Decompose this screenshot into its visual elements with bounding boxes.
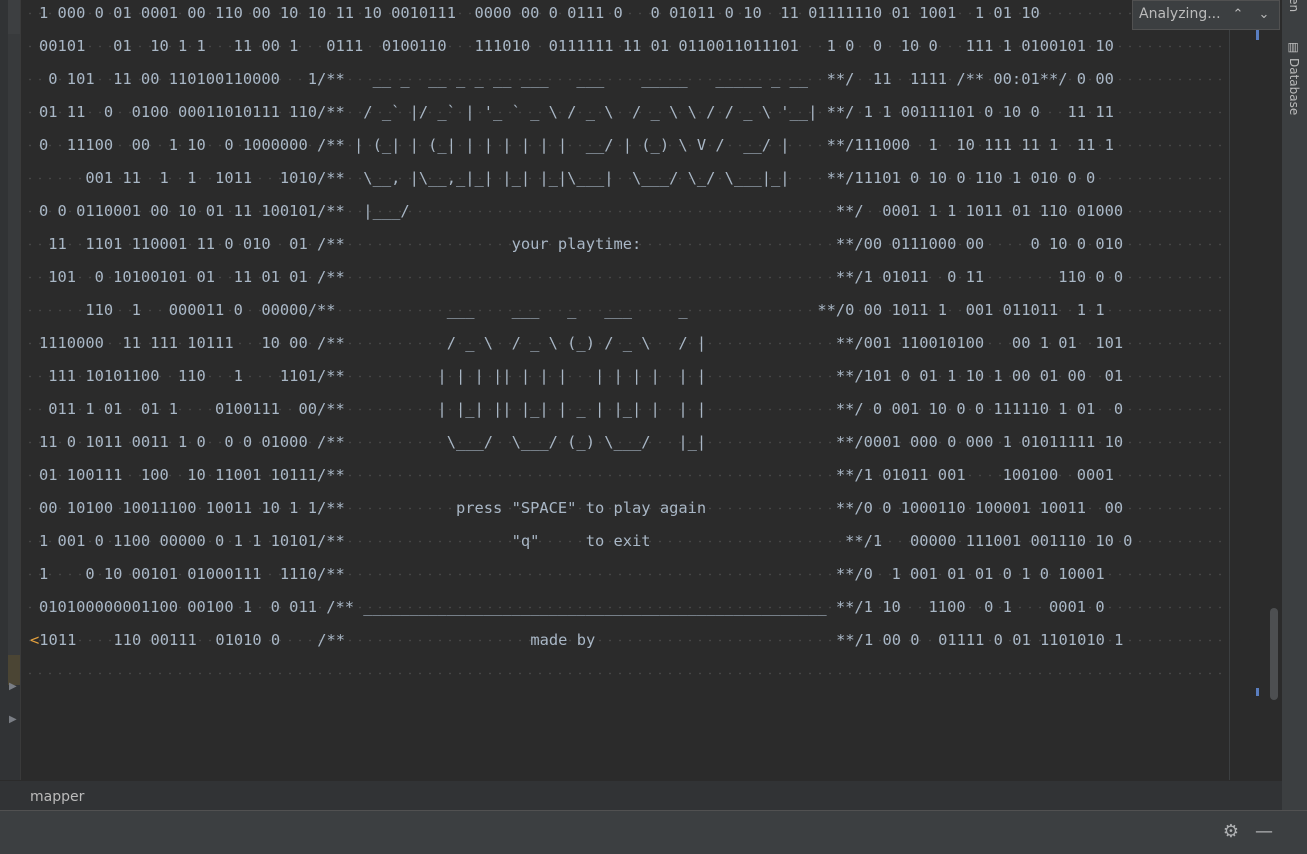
database-icon[interactable]: ▤ [1287,42,1301,53]
editor-right-divider [1229,0,1230,780]
breadcrumb[interactable]: mapper [30,789,84,805]
code-line[interactable]: 11 1101 110001 11 0 010 01 /** your play… [39,228,1123,261]
code-line[interactable]: 110 1 000011 0 00000/** ___ ___ _ ___ _ … [39,294,1104,327]
code-line[interactable]: 101 0 10100101 01 11 01 01 /** **/1 0101… [39,261,1123,294]
inspection-widget: Analyzing... ⌃ ⌄ [1132,0,1280,30]
code-line[interactable]: 00 10100 10011100 10011 10 1 1/** press … [39,492,1123,525]
code-line[interactable]: <1011 110 00111 01010 0 /** made by **/1… [30,624,1123,657]
code-line[interactable]: 111 10101100 110 1 1101/** | | | || | | … [39,360,1123,393]
code-line[interactable]: 1110000 11 111 10111 10 00 /** / _ \ / _… [39,327,1123,360]
code-line[interactable]: 0 11100 00 1 10 0 1000000 /** | (_| | (_… [39,129,1114,162]
right-tool-stripe: ven ▤ Database [1282,0,1307,810]
minimize-icon[interactable]: — [1253,821,1275,843]
code-line[interactable]: 01 11 0 0100 00011010111 110/** / _` |/ … [39,96,1114,129]
code-line[interactable]: 0 101 11 00 110100110000 1/** __ _ __ _ … [39,63,1114,96]
left-gutter: ▶ ▶ [0,0,20,780]
code-line[interactable]: 1 000 0 01 0001 00 110 00 10 10 11 10 00… [39,0,1040,30]
code-line[interactable]: 11 0 1011 0011 1 0 0 0 01000 /** \___/ \… [39,426,1123,459]
code-line[interactable]: 0 0 0110001 00 10 01 11 100101/** |___/ … [39,195,1123,228]
code-line[interactable]: 00101 01 10 1 1 11 00 1 0111 0100110 111… [39,30,1114,63]
stripe-label-maven[interactable]: ven [1287,0,1301,12]
stripe-label-database[interactable]: Database [1287,58,1301,115]
whitespace-dots [21,657,1229,690]
code-editor[interactable]: 1 000 0 01 0001 00 110 00 10 10 11 10 00… [21,0,1229,780]
fold-arrow-icon[interactable]: ▶ [9,681,17,692]
tool-window-header: ⚙ — [0,810,1307,854]
gear-icon[interactable]: ⚙ [1220,821,1242,843]
breadcrumb-bar: mapper [0,780,1282,811]
vertical-scrollbar-thumb[interactable] [1270,608,1278,700]
gutter-stripe [8,0,20,34]
analyzing-status: Analyzing... [1139,6,1221,22]
code-line[interactable]: 010100000001100 00100 1 0 011 /** ______… [39,591,1105,624]
code-line[interactable]: 001 11 1 1 1011 1010/** \__, |\__,_|_| |… [39,162,1095,195]
fold-marker: < [30,631,40,649]
chevron-up-icon[interactable]: ⌃ [1229,4,1247,26]
fold-arrow-icon[interactable]: ▶ [9,714,17,725]
scroll-marker [1256,688,1259,696]
code-line[interactable]: 1 0 10 00101 01000111 1110/** **/0 1 001… [39,558,1105,591]
code-line[interactable]: 01 100111 100 10 11001 10111/** **/1 010… [39,459,1114,492]
gutter-stripe [8,34,20,684]
code-line[interactable]: 011 1 01 01 1 0100111 00/** | |_| || |_|… [39,393,1123,426]
chevron-down-icon[interactable]: ⌄ [1255,4,1273,26]
code-line[interactable]: 1 001 0 1100 00000 0 1 1 10101/** "q" to… [39,525,1132,558]
